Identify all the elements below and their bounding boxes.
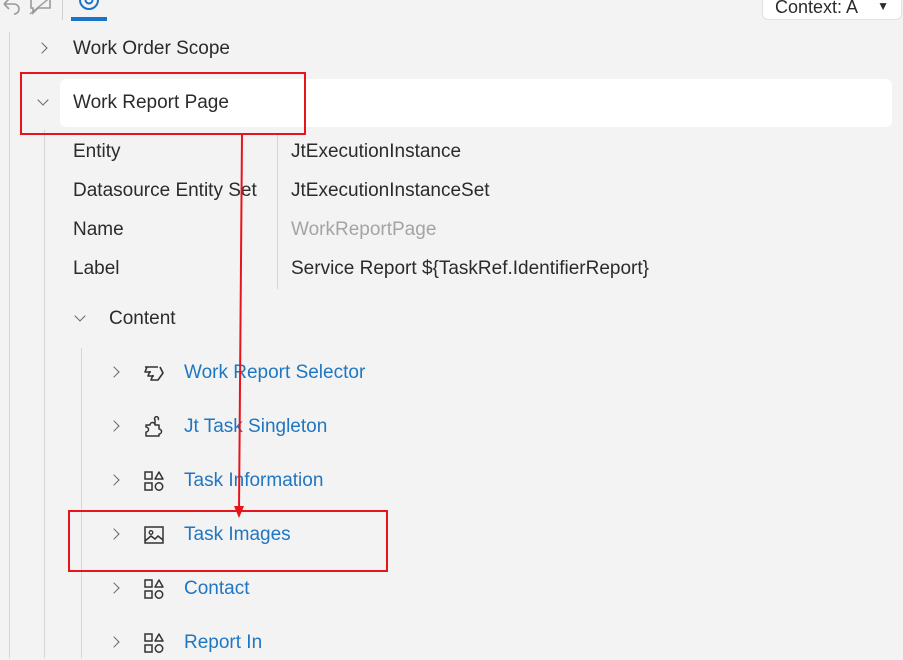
annotation-arrow: [234, 134, 244, 518]
